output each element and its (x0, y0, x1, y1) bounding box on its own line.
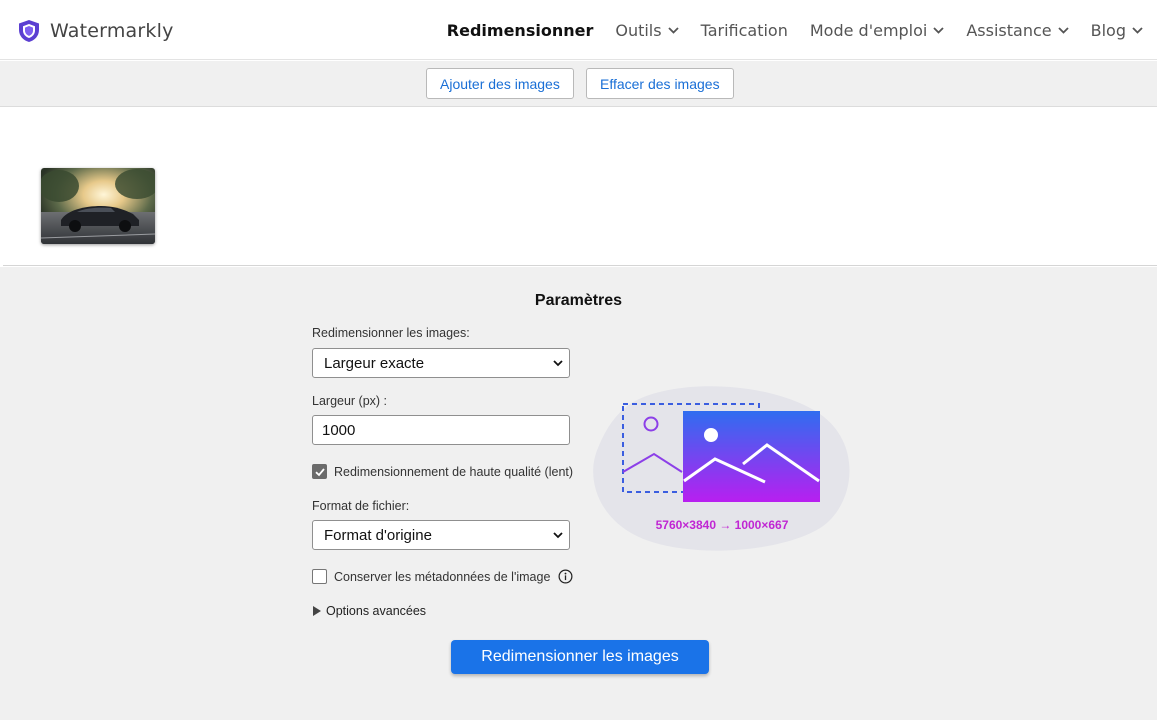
nav-blog[interactable]: Blog (1091, 21, 1143, 40)
metadata-checkbox[interactable] (312, 569, 327, 584)
chevron-down-icon (553, 360, 563, 367)
nav-pricing[interactable]: Tarification (701, 21, 788, 40)
width-label: Largeur (px) : (312, 394, 388, 408)
chevron-down-icon (933, 26, 944, 34)
shield-logo-icon (19, 20, 39, 42)
nav-tools-label: Outils (615, 20, 662, 40)
dimension-caption: 5760×3840 → 1000×667 (655, 518, 789, 532)
settings-title: Paramètres (534, 292, 623, 309)
resize-mode-value: Largeur exacte (324, 354, 425, 372)
image-thumbnail[interactable] (41, 168, 155, 244)
nav-resize-label: Redimensionner (446, 20, 594, 40)
image-list-area (3, 107, 1157, 266)
high-quality-label: Redimensionnement de haute qualité (lent… (334, 464, 574, 479)
image-toolbar: Ajouter des images Effacer des images (0, 61, 1157, 107)
metadata-label: Conserver les métadonnées de l'image (334, 569, 551, 584)
chevron-down-icon (553, 532, 563, 539)
nav-blog-label: Blog (1090, 20, 1126, 40)
high-quality-checkbox[interactable] (312, 464, 327, 479)
high-quality-option: Redimensionnement de haute qualité (lent… (312, 464, 573, 479)
metadata-option: Conserver les métadonnées de l'image (312, 569, 573, 584)
advanced-options-label: Options avancées (326, 604, 427, 618)
car-photo-thumbnail (41, 168, 155, 244)
width-input[interactable]: 1000 (312, 415, 570, 445)
info-icon[interactable] (558, 569, 573, 584)
nav-howto-label: Mode d'emploi (809, 20, 928, 40)
resize-images-button[interactable]: Redimensionner les images (451, 640, 709, 674)
clear-images-button[interactable]: Effacer des images (586, 68, 734, 99)
nav-howto[interactable]: Mode d'emploi (810, 21, 945, 40)
resize-mode-label: Redimensionner les images: (312, 326, 470, 340)
settings-panel: Paramètres Redimensionner les images: La… (0, 267, 1157, 720)
file-format-select[interactable]: Format d'origine (312, 520, 570, 550)
chevron-down-icon (667, 26, 679, 34)
chevron-down-icon (1132, 26, 1143, 34)
top-header: Watermarkly Redimensionner Outils Tarifi… (0, 0, 1157, 60)
checkmark-icon (315, 468, 325, 477)
nav-support[interactable]: Assistance (966, 20, 1069, 40)
nav-resize[interactable]: Redimensionner (447, 21, 594, 40)
nav-tools[interactable]: Outils (615, 20, 679, 40)
file-format-value: Format d'origine (324, 526, 432, 544)
add-images-button[interactable]: Ajouter des images (426, 68, 574, 99)
main-nav: Redimensionner Outils Tarification Mode … (425, 0, 1143, 60)
brand-name: Watermarkly (50, 20, 174, 42)
advanced-options-toggle[interactable]: Options avancées (313, 604, 426, 618)
triangle-right-icon (313, 606, 321, 616)
file-format-label: Format de fichier: (312, 499, 410, 513)
resize-mode-select[interactable]: Largeur exacte (312, 348, 570, 378)
brand-logo[interactable]: Watermarkly (18, 19, 174, 43)
chevron-down-icon (1057, 26, 1069, 34)
nav-support-label: Assistance (966, 20, 1052, 40)
nav-pricing-label: Tarification (700, 20, 788, 40)
